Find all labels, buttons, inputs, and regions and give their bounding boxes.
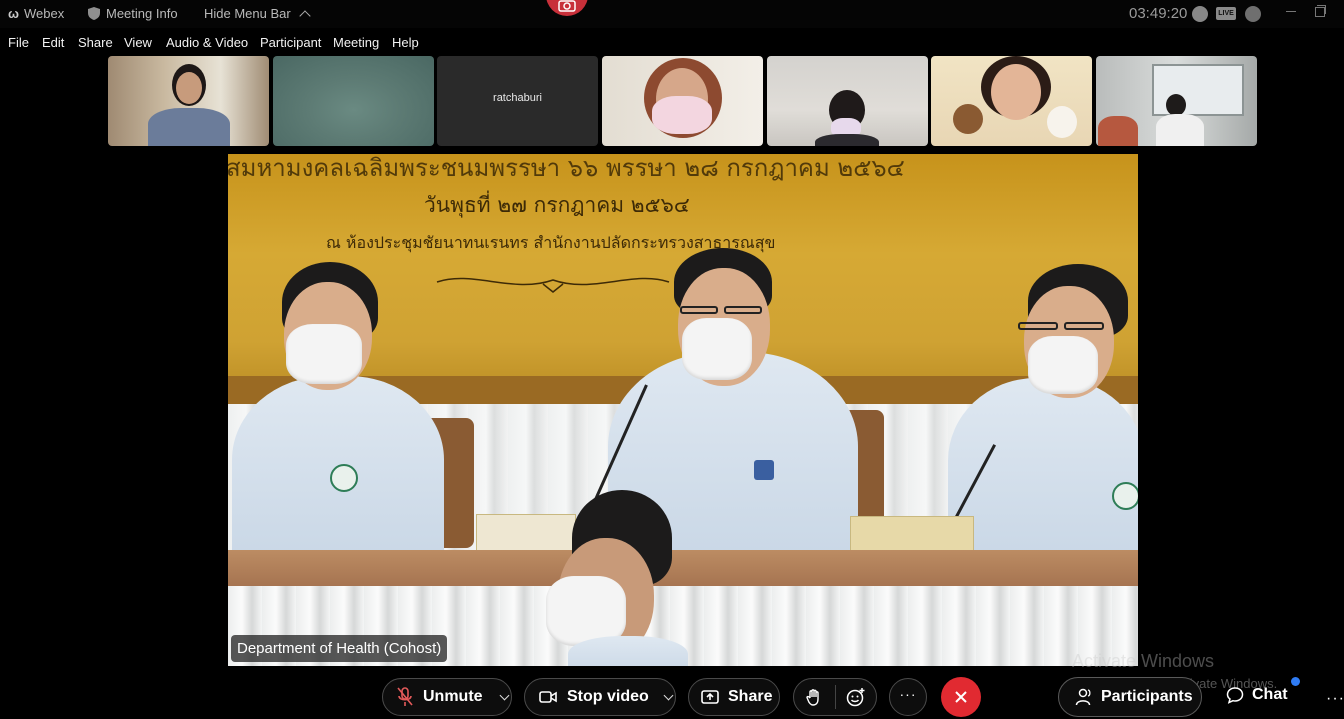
ministry-logo-icon	[330, 464, 358, 492]
participant-thumbnail[interactable]	[767, 56, 928, 146]
glasses	[1018, 322, 1058, 330]
reactions-group	[793, 678, 877, 716]
meeting-info-button[interactable]: Meeting Info	[88, 6, 178, 21]
participant-hair	[1166, 94, 1186, 116]
emoji-add-icon	[846, 688, 865, 707]
banner-line: วันพุธที่ ๒๗ กรกฎาคม ๒๕๖๔	[424, 193, 690, 217]
menu-help[interactable]: Help	[392, 35, 419, 50]
glasses	[680, 306, 718, 314]
ministry-logo-icon	[754, 460, 774, 480]
chat-bubble-icon	[1226, 687, 1244, 704]
bear-sticker-icon	[953, 104, 983, 134]
share-icon	[701, 690, 719, 704]
windows-activation-title: Activate Windows	[1072, 651, 1215, 671]
menu-file[interactable]: File	[8, 35, 29, 50]
close-icon	[955, 691, 967, 703]
banner-line: สมหามงคลเฉลิมพระชนมพรรษา ๖๖ พรรษา ๒๘ กรก…	[228, 154, 905, 182]
participant-thumbnail[interactable]	[931, 56, 1092, 146]
stop-video-label: Stop video	[567, 688, 649, 705]
webex-app: ω Webex	[8, 6, 64, 21]
raise-hand-button[interactable]	[794, 688, 835, 706]
participant-body	[815, 134, 879, 146]
chevron-up-icon	[299, 9, 311, 22]
restore-button[interactable]	[1314, 4, 1328, 18]
menu-bar: File Edit Share View Audio & Video Parti…	[0, 32, 500, 52]
participant-thumbnail[interactable]	[602, 56, 763, 146]
shield-icon	[88, 7, 100, 20]
menu-share[interactable]: Share	[78, 35, 113, 50]
reactions-button[interactable]	[835, 687, 876, 707]
face-mask	[1028, 336, 1098, 394]
official-shirt	[948, 378, 1138, 562]
participant-body	[1098, 116, 1138, 146]
statistics-icon[interactable]	[1245, 6, 1261, 22]
participant-face	[176, 72, 202, 104]
active-speaker-label: Department of Health (Cohost)	[231, 635, 448, 662]
meeting-timer: 03:49:20	[1129, 5, 1188, 22]
stop-video-button[interactable]: Stop video	[524, 678, 676, 716]
unmute-label: Unmute	[423, 688, 483, 705]
webex-logo-icon: ω	[8, 6, 19, 21]
live-badge[interactable]: LIVE	[1216, 7, 1236, 20]
title-bar: ω Webex Meeting Info Hide Menu Bar 03:49…	[0, 0, 1344, 28]
participants-label: Participants	[1101, 688, 1193, 705]
raise-hand-icon	[806, 689, 819, 706]
participants-icon	[1075, 688, 1091, 706]
more-options-icon: ···	[899, 686, 917, 702]
chat-notification-badge	[1291, 677, 1300, 686]
hide-menu-bar-button[interactable]: Hide Menu Bar	[204, 6, 311, 22]
menu-view[interactable]: View	[124, 35, 152, 50]
chat-button[interactable]: Chat	[1226, 686, 1288, 704]
ornament-divider	[436, 277, 670, 293]
chevron-down-icon[interactable]	[663, 690, 674, 700]
meeting-info-label: Meeting Info	[106, 6, 178, 21]
face-mask	[652, 96, 712, 134]
app-name: Webex	[23, 6, 65, 21]
ministry-logo-icon	[1112, 482, 1138, 510]
participant-body	[148, 108, 230, 146]
conference-table	[228, 550, 1138, 586]
face-mask	[682, 318, 752, 380]
chat-label: Chat	[1252, 686, 1288, 703]
share-button[interactable]: Share	[688, 678, 780, 716]
menu-audio-video[interactable]: Audio & Video	[166, 35, 248, 50]
bunny-sticker-icon	[1047, 106, 1077, 138]
participant-thumbnail[interactable]	[273, 56, 434, 146]
menu-participant[interactable]: Participant	[260, 35, 321, 50]
recording-status-icon[interactable]	[1192, 6, 1208, 22]
glasses	[1064, 322, 1104, 330]
hide-menu-bar-label: Hide Menu Bar	[204, 6, 291, 21]
participant-thumbnail[interactable]: ratchaburi	[437, 56, 598, 146]
foreground-person	[546, 490, 688, 666]
main-video-stage[interactable]: สมหามงคลเฉลิมพระชนมพรรษา ๖๖ พรรษา ๒๘ กรก…	[228, 154, 1138, 666]
foreground-shirt	[568, 636, 688, 666]
menu-edit[interactable]: Edit	[42, 35, 64, 50]
video-camera-icon	[539, 691, 557, 703]
participant-body	[1156, 114, 1204, 146]
glasses	[724, 306, 762, 314]
participant-thumbnail[interactable]	[108, 56, 269, 146]
face-mask	[286, 324, 362, 384]
participant-face	[991, 64, 1041, 120]
muted-microphone-icon	[397, 687, 413, 706]
share-label: Share	[728, 688, 773, 705]
participants-button[interactable]: Participants	[1058, 677, 1202, 717]
unmute-button[interactable]: Unmute	[382, 678, 512, 716]
more-options-button[interactable]: ···	[889, 678, 927, 716]
menu-meeting[interactable]: Meeting	[333, 35, 379, 50]
minimize-button[interactable]	[1284, 4, 1298, 18]
camera-icon	[558, 0, 576, 12]
leave-meeting-button[interactable]	[941, 677, 981, 717]
recording-indicator[interactable]	[546, 0, 588, 16]
more-panels-button[interactable]: ···	[1326, 690, 1344, 708]
participant-thumbnail[interactable]	[1096, 56, 1257, 146]
chevron-down-icon[interactable]	[499, 690, 510, 700]
participant-name: ratchaburi	[493, 92, 542, 104]
